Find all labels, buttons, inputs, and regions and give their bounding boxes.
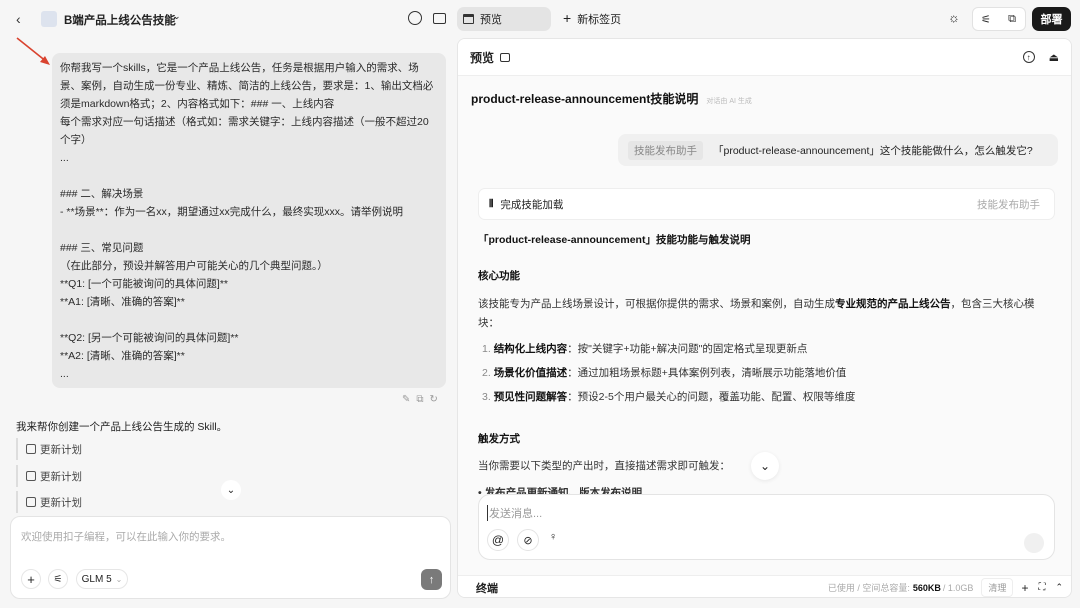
list-bold: 结构化上线内容	[493, 343, 568, 355]
list-bold: 预见性问题解答	[493, 391, 568, 403]
plan-label: 更新计划	[40, 496, 82, 509]
usage-total: / 1.0GB	[942, 582, 974, 593]
plus-icon[interactable]: +	[1021, 581, 1028, 595]
tab-preview-label: 预览	[480, 14, 502, 26]
chevron-down-icon[interactable]: ⌄	[173, 11, 181, 22]
copy-icon[interactable]: ⧉	[416, 394, 423, 405]
plan-icon	[26, 471, 36, 481]
terminal-label[interactable]: 终端	[476, 580, 498, 596]
preview-title: 预览	[470, 50, 495, 65]
core-heading: 核心功能	[478, 270, 520, 282]
core-intro: 该技能专为产品上线场景设计，可根据你提供的需求、场景和案例，自动生成专业规范的产…	[478, 295, 1048, 333]
send-button[interactable]	[1024, 533, 1044, 553]
model-label: GLM 5	[81, 573, 112, 585]
back-chevron-icon[interactable]: ‹	[16, 11, 21, 27]
list-num: 2.	[482, 367, 491, 379]
usage-used: 560KB	[912, 582, 941, 593]
loaded-tag: 技能发布助手	[977, 198, 1040, 211]
clean-button[interactable]: 清理	[981, 578, 1014, 597]
answer-title: 「product-release-announcement」技能功能与触发说明	[478, 234, 751, 246]
copy-icon[interactable]: ⧉	[999, 8, 1025, 30]
list-text: ：通过加粗场景标题+具体案例列表，清晰展示功能落地价值	[567, 367, 847, 379]
chat-input-placeholder[interactable]: 欢迎使用扣子编程，可以在此输入你的要求。	[21, 529, 231, 544]
usage-label: 已使用 / 空间总容量:	[827, 583, 910, 593]
ai-note: 对话由 AI 生成	[706, 98, 752, 105]
doc-title: product-release-announcement技能说明	[471, 92, 699, 106]
core-intro-bold: 专业规范的产品上线公告	[835, 298, 951, 310]
loaded-text: 完成技能加载	[500, 198, 564, 211]
project-title[interactable]: B端产品上线公告技能	[64, 12, 176, 28]
clean-brush-icon[interactable]: ⏏	[1049, 51, 1059, 64]
chat-input-box[interactable]: 欢迎使用扣子编程，可以在此输入你的要求。 + ⚟ GLM 5 ⌄ ↑	[10, 516, 451, 599]
plus-icon: +	[563, 10, 572, 26]
lightbulb-icon[interactable]: ♀	[549, 531, 557, 543]
folder-icon[interactable]	[433, 13, 446, 24]
model-select[interactable]: GLM 5 ⌄	[76, 569, 128, 589]
top-bar: ‹ B端产品上线公告技能 ⌄ 预览 + 新标签页 ☼ ⚟ ⧉ 部署	[0, 0, 1080, 38]
trigger-heading: 触发方式	[478, 433, 520, 445]
plan-item[interactable]: 更新计划	[16, 438, 82, 460]
plan-label: 更新计划	[40, 443, 82, 456]
doc-title-row: product-release-announcement技能说明 对话由 AI …	[471, 90, 752, 107]
message-actions: ✎ ⧉ ↻	[402, 394, 438, 405]
trigger-item-partial: • 发布产品更新通知、版本发布说明	[478, 487, 643, 494]
chevron-down-icon: ⌄	[115, 574, 123, 584]
add-button[interactable]: +	[21, 569, 41, 589]
list-item: 3. 预见性问题解答：预设2-5个用户最关心的问题，覆盖功能、配置、权限等维度	[482, 388, 855, 406]
settings-sliders-icon[interactable]: ⚟	[48, 569, 68, 589]
query-text: 「product-release-announcement」这个技能能做什么，怎…	[713, 144, 1033, 157]
project-logo-icon	[41, 11, 57, 27]
send-button[interactable]: ↑	[421, 569, 442, 590]
list-item: 2. 场景化价值描述：通过加粗场景标题+具体案例列表，清晰展示功能落地价值	[482, 364, 846, 382]
scroll-down-button[interactable]: ⌄	[751, 452, 779, 480]
skill-tag: 技能发布助手	[628, 140, 703, 160]
user-query-bubble: 技能发布助手 「product-release-announcement」这个技…	[618, 134, 1058, 166]
toolbar-group: ⚟ ⧉	[972, 7, 1026, 31]
plan-icon	[26, 497, 36, 507]
preview-chat-input[interactable]: 发送消息... @ ⊘ ♀	[478, 494, 1055, 560]
edit-icon[interactable]: ✎	[402, 394, 410, 405]
red-arrow-annotation	[16, 37, 50, 65]
plan-icon	[26, 444, 36, 454]
list-text: ：预设2-5个用户最关心的问题，覆盖功能、配置、权限等维度	[567, 391, 856, 403]
id-badge-icon	[500, 52, 511, 62]
terminal-bar: 终端 已使用 / 空间总容量: 560KB / 1.0GB 清理 + ⛶ ⌃	[458, 575, 1071, 597]
theme-sun-icon[interactable]: ☼	[948, 10, 960, 25]
core-intro-text: 该技能专为产品上线场景设计，可根据你提供的需求、场景和案例，自动生成	[478, 298, 835, 310]
list-bold: 场景化价值描述	[493, 367, 568, 379]
tab-preview[interactable]: 预览	[457, 7, 551, 31]
new-tab-button[interactable]: + 新标签页	[563, 11, 621, 27]
collapse-up-icon[interactable]: ⌃	[1055, 582, 1063, 593]
attachment-icon[interactable]: ⊘	[517, 529, 539, 551]
preview-input-placeholder[interactable]: 发送消息...	[487, 505, 542, 521]
library-icon: ⫴	[489, 197, 494, 210]
list-num: 1.	[482, 343, 491, 355]
assistant-message: 我来帮你创建一个产品上线公告生成的 Skill。	[16, 421, 228, 433]
user-message-bubble: 你帮我写一个skills，它是一个产品上线公告，任务是根据用户输入的需求、场景、…	[52, 53, 446, 388]
mention-icon[interactable]: @	[487, 529, 509, 551]
upload-icon[interactable]: ↑	[1022, 51, 1035, 63]
list-num: 3.	[482, 391, 491, 403]
history-icon[interactable]	[408, 11, 422, 25]
plan-label: 更新计划	[40, 470, 82, 483]
skill-loaded-card[interactable]: ⫴ 完成技能加载 技能发布助手	[478, 188, 1055, 220]
preview-header: 预览 ↑ ⏏	[458, 39, 1071, 76]
list-item: 1. 结构化上线内容：按"关键字+功能+解决问题"的固定格式呈现更新点	[482, 340, 807, 358]
list-text: ：按"关键字+功能+解决问题"的固定格式呈现更新点	[567, 343, 808, 355]
settings-sliders-icon[interactable]: ⚟	[973, 8, 999, 30]
deploy-button[interactable]: 部署	[1032, 7, 1071, 31]
trigger-intro: 当你需要以下类型的产出时，直接描述需求即可触发：	[478, 460, 730, 472]
fullscreen-icon[interactable]: ⛶	[1038, 582, 1045, 593]
scroll-down-button[interactable]: ⌄	[221, 480, 241, 500]
retry-icon[interactable]: ↻	[430, 394, 438, 405]
new-tab-label: 新标签页	[577, 14, 622, 26]
preview-panel: 预览 ↑ ⏏ product-release-announcement技能说明 …	[457, 38, 1072, 598]
browser-icon	[463, 14, 474, 24]
plan-item[interactable]: 更新计划	[16, 491, 82, 513]
plan-item[interactable]: 更新计划	[16, 465, 82, 487]
